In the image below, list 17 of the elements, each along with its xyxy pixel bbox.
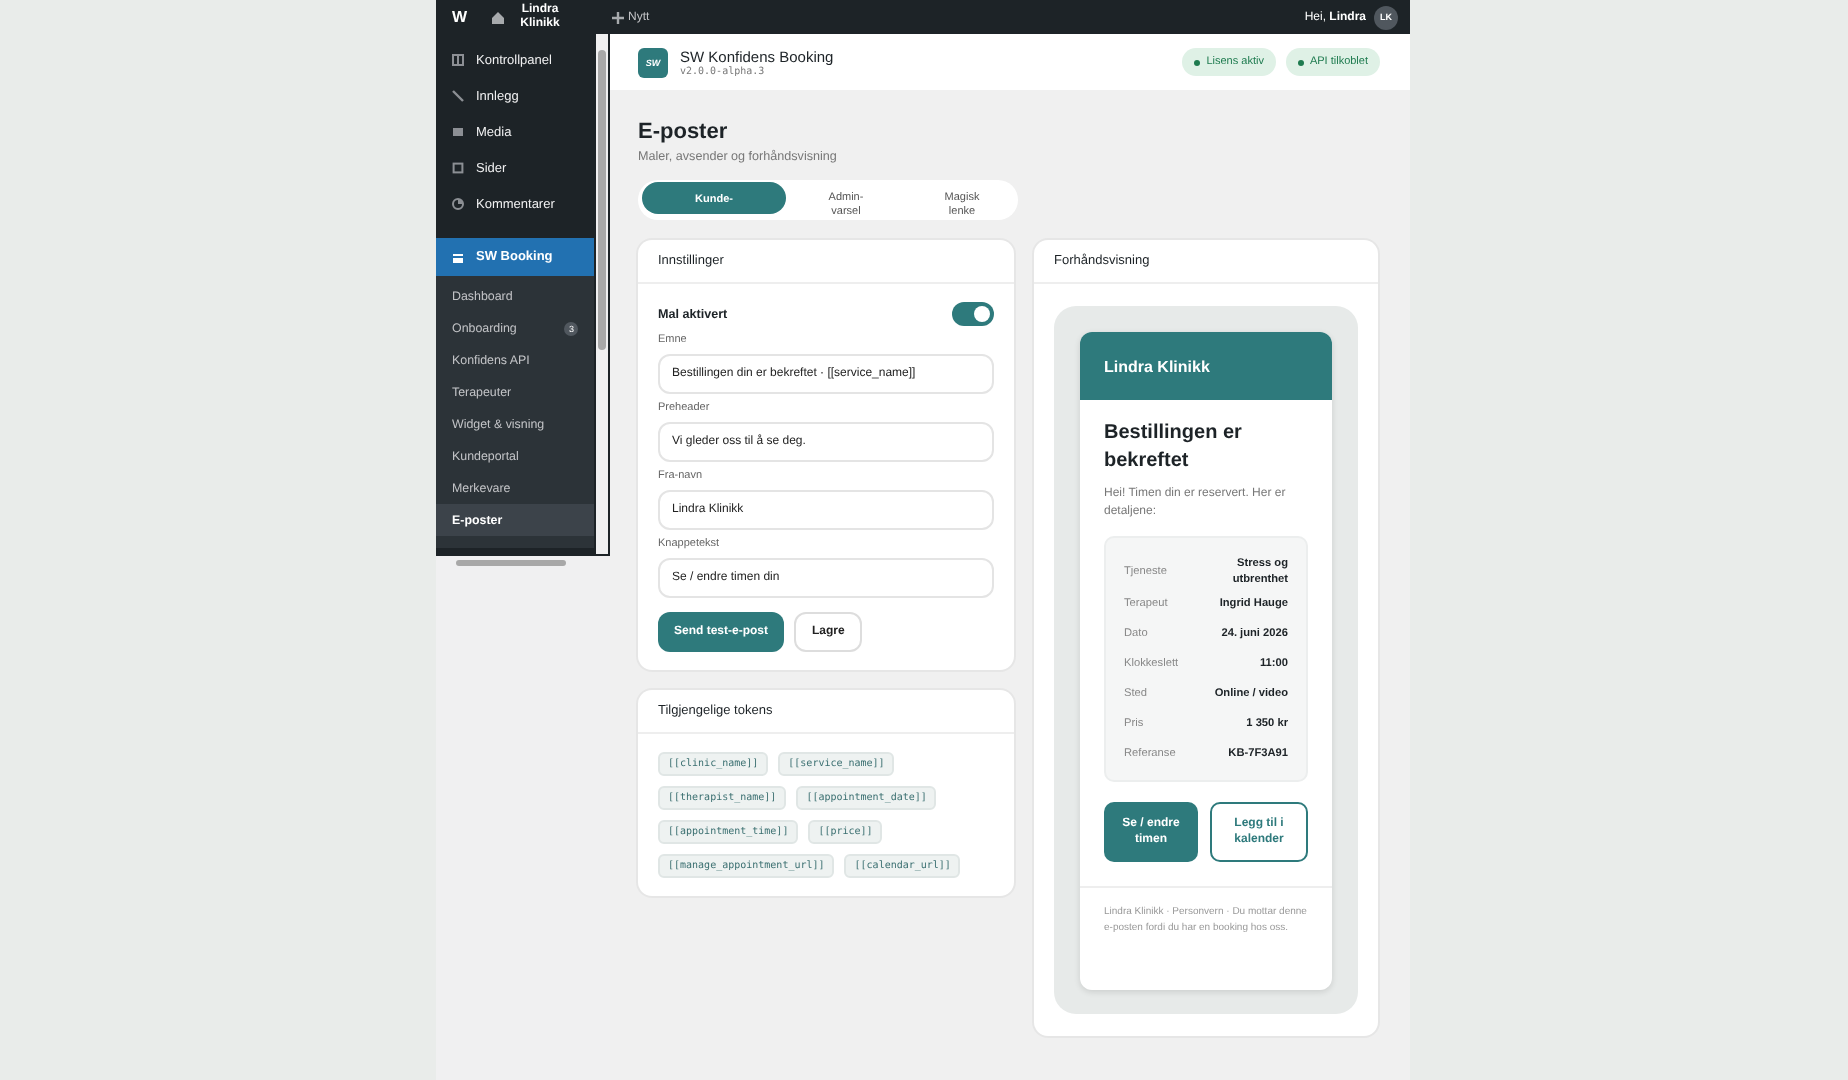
calendar-icon	[452, 251, 464, 263]
grid-icon	[452, 54, 464, 66]
email-heading: Bestillingen er bekreftet	[1104, 420, 1244, 476]
media-icon	[452, 126, 464, 138]
status-dot-icon	[1297, 59, 1304, 65]
email-header: Lindra Klinikk	[1080, 332, 1332, 400]
vertical-scrollbar[interactable]	[596, 34, 608, 554]
toggle-switch[interactable]	[952, 302, 994, 326]
page-title: E-poster	[638, 120, 730, 146]
pin-icon	[452, 90, 464, 102]
horizontal-scrollbar[interactable]	[436, 556, 610, 570]
wordpress-logo[interactable]: W	[452, 8, 472, 26]
plus-icon	[612, 11, 624, 23]
status-dot-icon	[1194, 59, 1201, 65]
pie-icon	[452, 198, 464, 210]
home-icon	[492, 11, 504, 23]
page-icon	[452, 162, 464, 174]
